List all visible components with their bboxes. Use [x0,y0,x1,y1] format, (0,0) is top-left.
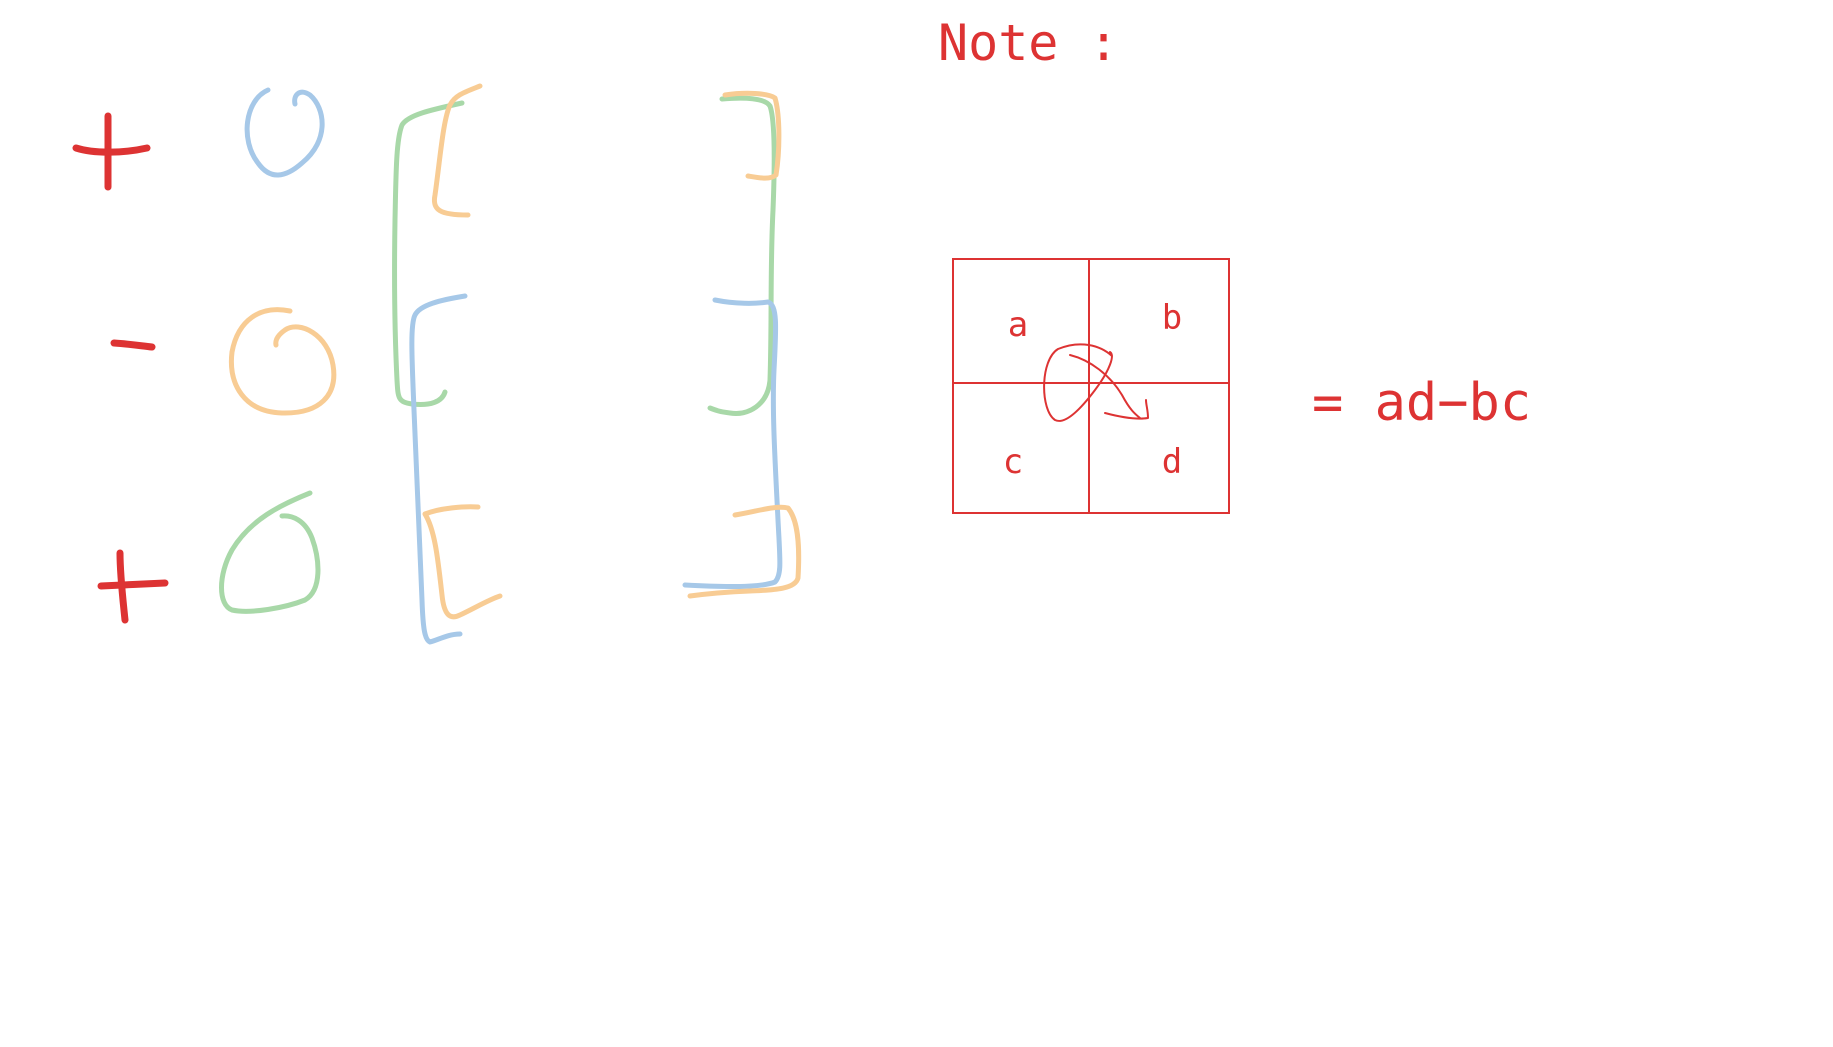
minus-sign-row2 [110,339,156,351]
note-title: Note : [938,14,1119,72]
grid-outline [952,258,1230,514]
minor-bracket-orange-row3 [422,504,802,620]
cofactor-circle-row2 [228,307,337,416]
cell-d: d [1162,442,1182,482]
cell-b: b [1162,298,1182,338]
determinant-formula: = ad−bc [1312,373,1531,433]
minor-bracket-green [392,95,777,416]
determinant-grid [952,258,1230,514]
plus-sign-row3 [97,549,169,624]
cell-a: a [1008,305,1028,345]
cofactor-circle-row3 [219,490,321,614]
minor-bracket-orange-row1 [431,83,782,218]
plus-sign-row1 [72,112,151,191]
whiteboard-canvas: Note : a b c d = ad−bc [72,14,1531,645]
cofactor-circle-row1 [244,87,325,178]
cell-c: c [1003,442,1023,482]
